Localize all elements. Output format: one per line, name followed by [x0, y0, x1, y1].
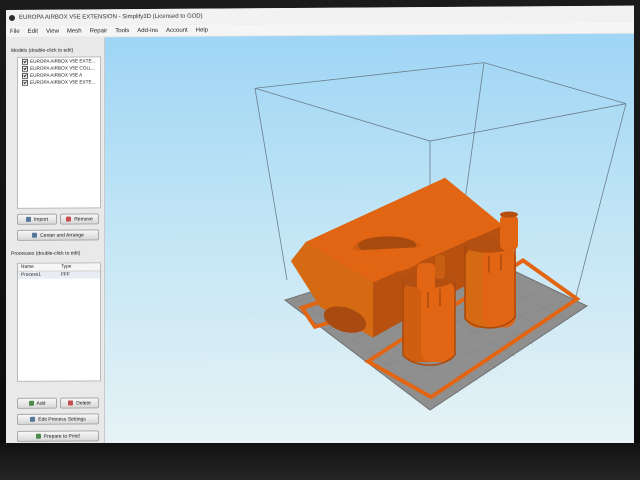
remove-icon [66, 216, 72, 222]
menu-file[interactable]: File [6, 28, 24, 34]
menu-help[interactable]: Help [192, 27, 212, 33]
menu-view[interactable]: View [42, 28, 63, 34]
processes-table[interactable]: Name Type Process1 FFF [17, 262, 101, 382]
model-label: EUROPA AIRBOX V5E COLL... [30, 65, 96, 71]
center-arrange-button[interactable]: Center and Arrange [17, 229, 99, 241]
import-icon [25, 216, 31, 222]
models-section-title: Models (double-click to edit) [11, 47, 74, 54]
checkbox-icon[interactable] [22, 65, 28, 72]
build-volume-scene[interactable] [105, 34, 634, 453]
delete-icon [68, 400, 74, 406]
process-name: Process1 [21, 272, 41, 278]
print-icon [35, 433, 41, 439]
menu-repair[interactable]: Repair [86, 28, 112, 34]
add-label: Add [36, 400, 46, 407]
model-label: EUROPA AIRBOX V5E A [30, 72, 83, 78]
app-window: EUROPA AIRBOX V5E EXTENSION - Simplify3D… [6, 5, 634, 453]
edit-process-settings-button[interactable]: Edit Process Settings [17, 413, 99, 425]
model-label: EUROPA AIRBOX V5E EXTE... [30, 79, 96, 85]
left-panel: Models (double-click to edit) EUROPA AIR… [6, 37, 105, 453]
import-label: Import [33, 216, 49, 223]
process-row[interactable]: Process1 FFF [18, 271, 100, 279]
name-column-header: Name [21, 264, 34, 270]
model-label: EUROPA AIRBOX V5E EXTE... [30, 58, 96, 64]
model-row[interactable]: EUROPA AIRBOX V5E EXTE... [18, 78, 100, 86]
menu-mesh[interactable]: Mesh [63, 28, 86, 34]
menu-add-ins[interactable]: Add-Ins [133, 27, 162, 33]
import-button[interactable]: Import [17, 213, 57, 225]
3d-viewport[interactable] [105, 33, 634, 453]
checkbox-icon[interactable] [22, 58, 28, 65]
type-column-header: Type [61, 264, 72, 270]
processes-section-title: Processes (double-click to edit) [11, 250, 81, 257]
edit-process-settings-label: Edit Process Settings [38, 415, 86, 423]
checkbox-icon[interactable] [22, 79, 28, 86]
monitor-bezel-bottom [0, 443, 640, 480]
monitor-frame: EUROPA AIRBOX V5E EXTENSION - Simplify3D… [0, 0, 640, 480]
delete-process-button[interactable]: Delete [60, 397, 99, 409]
checkbox-icon[interactable] [22, 72, 28, 79]
add-icon [28, 400, 34, 406]
center-arrange-label: Center and Arrange [40, 231, 84, 239]
menu-tools[interactable]: Tools [111, 28, 133, 34]
models-list[interactable]: EUROPA AIRBOX V5E EXTE... EUROPA AIRBOX … [17, 56, 101, 209]
add-process-button[interactable]: Add [17, 397, 57, 409]
window-title: EUROPA AIRBOX V5E EXTENSION - Simplify3D… [19, 13, 203, 21]
remove-label: Remove [74, 215, 93, 223]
center-arrange-icon [32, 232, 38, 238]
app-icon [9, 14, 15, 21]
remove-button[interactable]: Remove [60, 213, 99, 225]
prepare-to-print-label: Prepare to Print! [43, 432, 81, 440]
menu-edit[interactable]: Edit [24, 28, 42, 34]
settings-icon [30, 416, 36, 422]
prepare-to-print-button[interactable]: Prepare to Print! [17, 430, 99, 442]
menu-account[interactable]: Account [162, 27, 192, 33]
delete-label: Delete [76, 399, 91, 407]
process-type: FFF [61, 272, 70, 278]
